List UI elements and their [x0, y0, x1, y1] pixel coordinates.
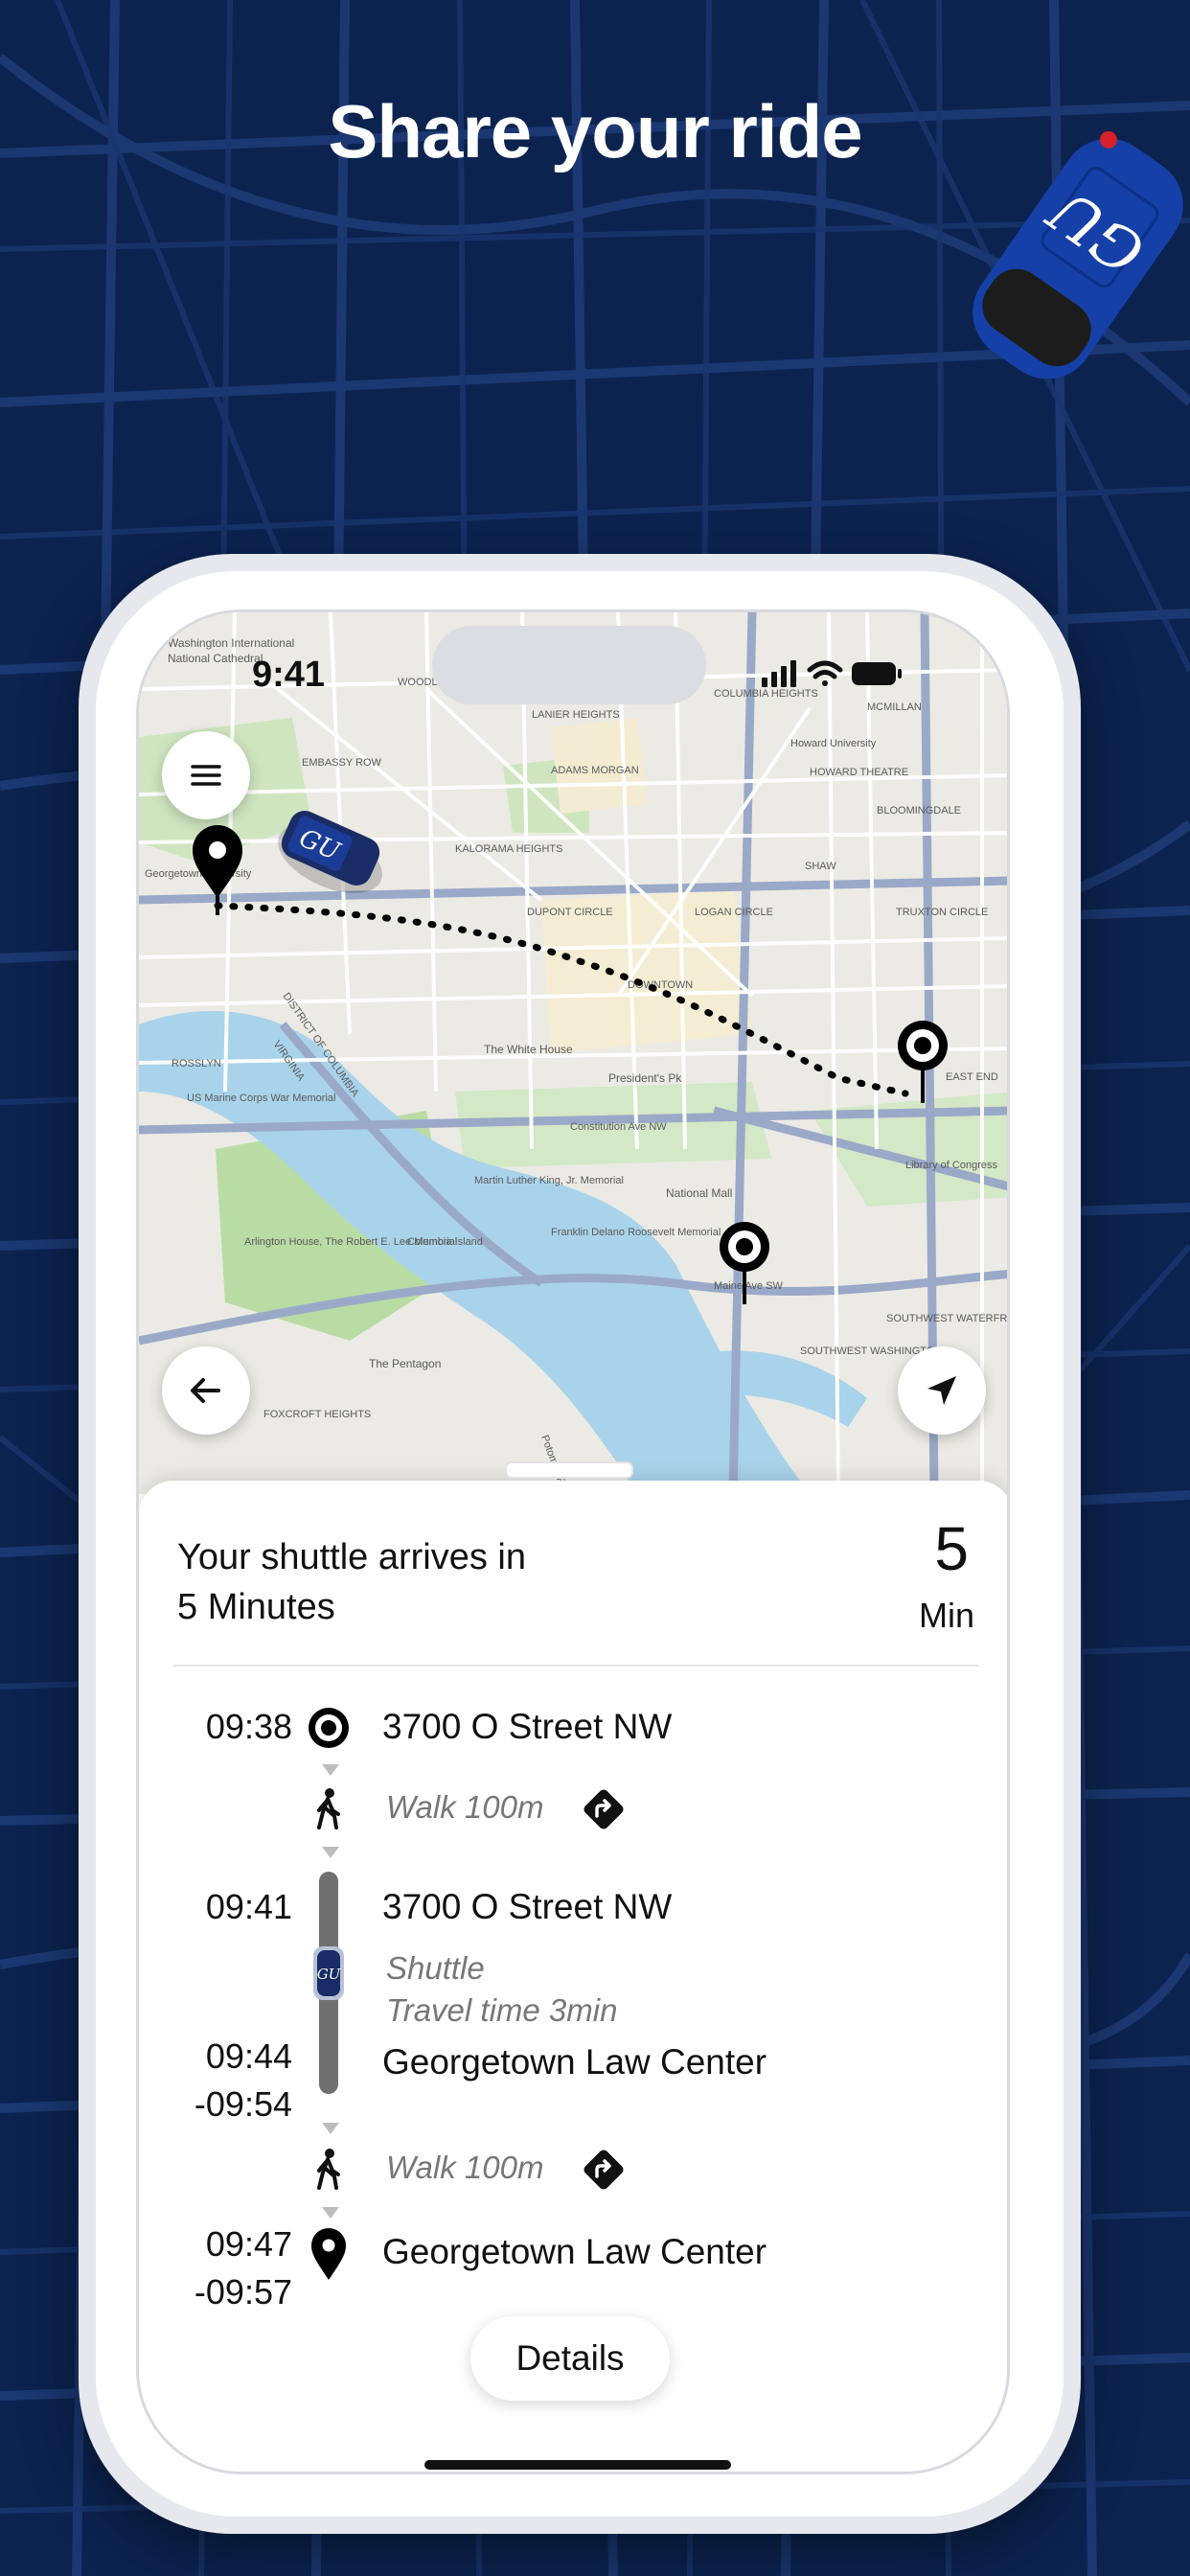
dynamic-island: [432, 626, 706, 704]
shuttle-label: Shuttle: [386, 1950, 485, 1986]
connector-marker: [322, 1764, 339, 1776]
alight-stop-name[interactable]: Georgetown Law Center: [382, 2042, 767, 2082]
map-label: SHAW: [805, 861, 836, 872]
svg-text:GU: GU: [317, 1966, 342, 1983]
details-button[interactable]: Details: [470, 2316, 670, 2401]
cellular-signal-icon: [762, 660, 796, 687]
map-label: National Cathedral: [168, 652, 263, 665]
connector-marker: [322, 2207, 339, 2219]
map-label: SOUTHWEST WATERFRONT: [886, 1313, 1010, 1324]
walking-person-icon: [317, 2149, 340, 2190]
map-label: President's Pk: [608, 1071, 682, 1085]
walking-person-icon: [317, 1788, 340, 1829]
map-label: FOXCROFT HEIGHTS: [263, 1409, 371, 1420]
destination-time: 09:47 -09:57: [139, 2220, 292, 2316]
map-label: The Pentagon: [369, 1357, 441, 1370]
map-label: COLUMBIA HEIGHTS: [714, 688, 818, 700]
map-label: Franklin Delano Roosevelt Memorial: [551, 1227, 721, 1238]
map-label: Maine Ave SW: [714, 1280, 784, 1292]
map-label: US Marine Corps War Memorial: [187, 1092, 335, 1104]
wifi-icon: [807, 660, 843, 686]
arrival-line-1: Your shuttle arrives in: [177, 1537, 527, 1577]
map-label: BLOOMINGDALE: [877, 805, 961, 816]
walk-instruction-2: Walk 100m: [386, 2150, 544, 2185]
map-label: ADAMS MORGAN: [551, 765, 639, 776]
map-label: Washington International: [168, 636, 294, 650]
directions-diamond-icon[interactable]: [580, 2146, 628, 2194]
map-label: LOGAN CIRCLE: [695, 907, 773, 918]
shuttle-icon: GU: [313, 1946, 344, 2000]
battery-icon: [852, 662, 902, 685]
alight-time-start: 09:44: [205, 2036, 292, 2076]
arrow-left-icon: [191, 1378, 220, 1403]
route-map[interactable]: Washington International National Cathed…: [139, 612, 1010, 1494]
home-indicator[interactable]: [424, 2460, 731, 2470]
destination-stop-name[interactable]: Georgetown Law Center: [382, 2232, 767, 2272]
sheet-grabber[interactable]: [505, 1461, 633, 1479]
alight-time-window: -09:54: [194, 2084, 292, 2124]
map-label: LANIER HEIGHTS: [532, 709, 620, 721]
map-label: Constitution Ave NW: [570, 1121, 667, 1133]
destination-time-start: 09:47: [205, 2224, 292, 2264]
map-label: National Mall: [666, 1186, 732, 1200]
map-label: Howard University: [790, 738, 877, 749]
locate-me-button[interactable]: [898, 1346, 986, 1435]
shuttle-car-icon: GU: [973, 130, 1183, 380]
arrival-message: Your shuttle arrives in 5 Minutes: [177, 1532, 526, 1632]
connector-marker: [322, 1847, 339, 1858]
hamburger-menu-icon: [191, 765, 221, 786]
map-label: TRUXTON CIRCLE: [896, 907, 988, 918]
origin-time: 09:38: [205, 1707, 292, 1746]
app-screen: Washington International National Cathed…: [136, 610, 1010, 2474]
arrival-line-2: 5 Minutes: [177, 1587, 335, 1627]
map-label: EAST END: [946, 1071, 998, 1083]
location-arrow-icon: [927, 1376, 956, 1405]
map-label: MCMILLAN: [867, 702, 922, 713]
walk-instruction-1: Walk 100m: [386, 1789, 544, 1825]
board-time: 09:41: [205, 1887, 292, 1926]
map-label: EMBASSY ROW: [302, 757, 382, 769]
menu-button[interactable]: [162, 731, 250, 819]
map-label: DUPONT CIRCLE: [527, 907, 613, 918]
alight-time: 09:44 -09:54: [139, 2033, 292, 2128]
status-icons: [762, 660, 902, 687]
map-label: KALORAMA HEIGHTS: [455, 843, 562, 855]
map-label: Library of Congress: [905, 1160, 997, 1171]
map-label: ROSSLYN: [172, 1058, 221, 1070]
board-stop-name[interactable]: 3700 O Street NW: [382, 1887, 672, 1927]
back-button[interactable]: [162, 1346, 250, 1435]
map-label: Columbia Island: [407, 1236, 483, 1248]
map-pin-icon: [311, 2228, 346, 2280]
connector-marker: [322, 2123, 339, 2134]
status-time: 9:41: [252, 655, 326, 695]
target-icon: [309, 1708, 349, 1748]
divider: [173, 1665, 978, 1667]
map-label: HOWARD THEATRE: [810, 767, 908, 778]
arrival-minutes: 5: [934, 1514, 969, 1583]
travel-time: Travel time 3min: [386, 1992, 618, 2028]
map-label: Martin Luther King, Jr. Memorial: [474, 1175, 624, 1186]
trip-sheet: Your shuttle arrives in 5 Minutes 5 Min …: [139, 1461, 1007, 2472]
directions-diamond-icon[interactable]: [580, 1785, 628, 1833]
destination-time-window: -09:57: [194, 2272, 292, 2312]
arrival-unit: Min: [918, 1596, 974, 1635]
map-label: The White House: [484, 1043, 573, 1056]
origin-stop-name[interactable]: 3700 O Street NW: [382, 1707, 672, 1747]
